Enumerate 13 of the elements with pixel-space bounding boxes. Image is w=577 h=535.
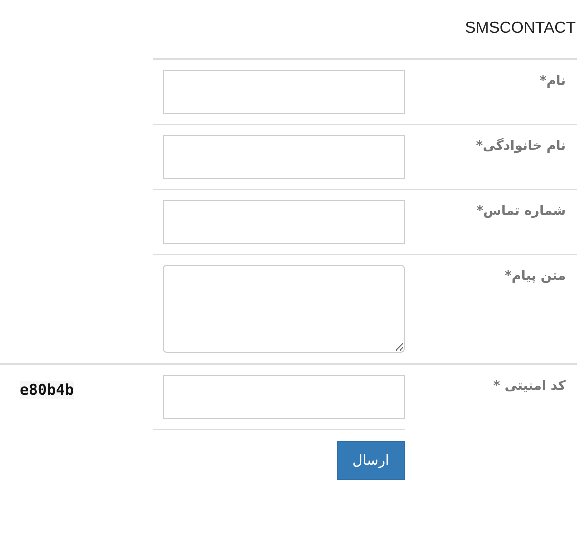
field-label: نام خانوادگی*: [476, 139, 566, 154]
field-label: متن پیام*: [505, 269, 566, 284]
form-title: SMSCONTACT: [464, 19, 577, 39]
send-button[interactable]: ارسال: [337, 441, 405, 480]
field-label: شماره تماس*: [476, 204, 566, 219]
message-field[interactable]: [163, 265, 405, 353]
input-field[interactable]: [163, 70, 405, 114]
field-label: کد امنیتی *: [494, 379, 566, 394]
captcha-field[interactable]: [163, 375, 405, 419]
field-label: نام*: [540, 74, 566, 89]
input-field[interactable]: [163, 135, 405, 179]
captcha-image: e80b4b: [20, 381, 74, 399]
input-field[interactable]: [163, 200, 405, 244]
